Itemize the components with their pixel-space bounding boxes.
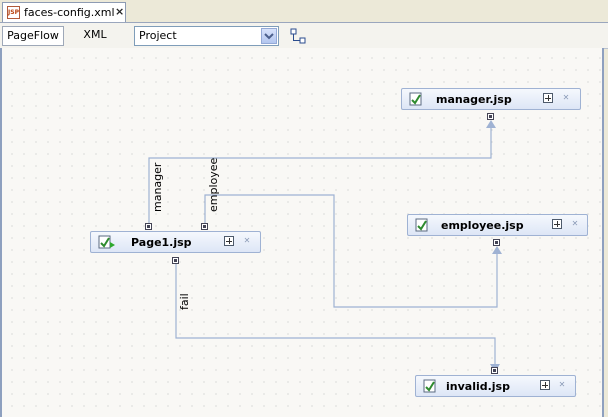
scope-select-value: Project [139, 29, 177, 42]
close-icon[interactable]: ✕ [571, 220, 579, 228]
node-pin-page1-employee[interactable] [201, 223, 208, 230]
start-page-icon [98, 235, 115, 249]
pageflow-view-button[interactable]: PageFlow [2, 26, 64, 46]
jsp-page-icon [415, 218, 430, 232]
case-label-manager[interactable]: manager [151, 163, 164, 212]
arrow-to-employee [492, 246, 502, 254]
page-node-label: Page1.jsp [131, 236, 192, 249]
close-icon[interactable]: ✕ [562, 94, 570, 102]
xml-view-button[interactable]: XML [78, 26, 112, 46]
page-node-invalid[interactable]: invalid.jsp ✕ [415, 375, 576, 397]
close-icon[interactable]: × [115, 5, 124, 18]
expand-icon[interactable] [552, 219, 562, 229]
case-label-fail[interactable]: fail [178, 293, 191, 310]
page-node-manager[interactable]: manager.jsp ✕ [401, 88, 581, 110]
page-node-employee[interactable]: employee.jsp ✕ [407, 214, 588, 236]
expand-icon[interactable] [224, 236, 234, 246]
node-pin-invalid-in[interactable] [491, 367, 498, 374]
page-node-label: employee.jsp [441, 219, 524, 232]
file-tab-faces-config[interactable]: JSP faces-config.xml × [2, 2, 126, 22]
expand-icon[interactable] [540, 380, 550, 390]
chevron-down-icon[interactable] [261, 28, 277, 44]
jsp-page-icon [423, 379, 438, 393]
page-node-label: manager.jsp [436, 93, 512, 106]
scope-select[interactable]: Project [134, 26, 279, 46]
arrow-to-manager [486, 120, 496, 128]
close-icon[interactable]: ✕ [558, 381, 566, 389]
wire-fail [175, 263, 496, 368]
node-pin-page1-fail[interactable] [172, 257, 179, 264]
auto-layout-icon[interactable] [290, 28, 306, 44]
editor-toolbar: PageFlow XML Project [0, 23, 608, 49]
wire-manager [148, 124, 492, 223]
pageflow-canvas[interactable]: manager.jsp ✕ employee.jsp ✕ Page1.jsp ✕… [0, 48, 604, 417]
case-label-employee[interactable]: employee [207, 158, 220, 212]
node-pin-page1-manager[interactable] [145, 223, 152, 230]
expand-icon[interactable] [543, 93, 553, 103]
editor-tabbar: JSP faces-config.xml × [0, 0, 608, 23]
node-pin-employee-in[interactable] [493, 239, 500, 246]
close-icon[interactable]: ✕ [243, 237, 251, 245]
jsp-file-icon: JSP [7, 6, 20, 19]
page-node-label: invalid.jsp [446, 380, 510, 393]
page-node-page1[interactable]: Page1.jsp ✕ [90, 231, 261, 253]
node-pin-manager-in[interactable] [487, 113, 494, 120]
jsp-page-icon [409, 92, 424, 106]
file-tab-label: faces-config.xml [24, 6, 115, 19]
